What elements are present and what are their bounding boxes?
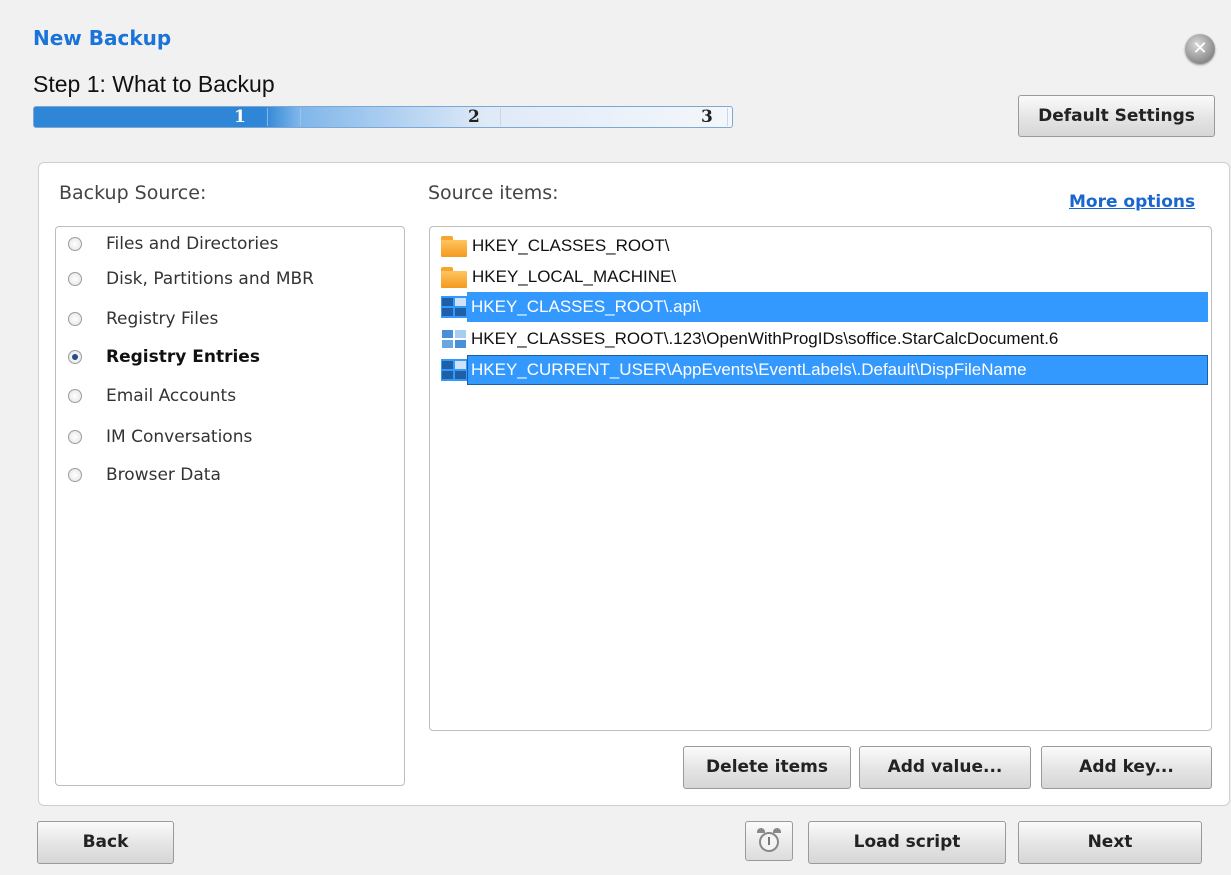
source-option-disk-partitions[interactable]: Disk, Partitions and MBR bbox=[68, 266, 314, 292]
source-option-label: Browser Data bbox=[106, 465, 221, 485]
radio-button[interactable] bbox=[68, 430, 82, 444]
folder-icon bbox=[441, 266, 467, 288]
radio-button[interactable] bbox=[68, 272, 82, 286]
progress-divider bbox=[727, 108, 728, 126]
back-button[interactable]: Back bbox=[37, 821, 174, 864]
radio-button[interactable] bbox=[68, 389, 82, 403]
source-option-files-directories[interactable]: Files and Directories bbox=[68, 231, 278, 257]
list-item[interactable]: HKEY_CLASSES_ROOT\ bbox=[441, 231, 1208, 261]
list-item-label: HKEY_LOCAL_MACHINE\ bbox=[472, 267, 677, 286]
registry-value-icon bbox=[441, 296, 467, 318]
progress-divider bbox=[500, 108, 501, 126]
source-option-label: Files and Directories bbox=[106, 234, 279, 254]
registry-value-icon bbox=[441, 359, 467, 381]
step-title: Step 1: What to Backup bbox=[33, 71, 275, 97]
next-button[interactable]: Next bbox=[1018, 821, 1202, 864]
folder-icon bbox=[441, 235, 467, 257]
source-option-label: Disk, Partitions and MBR bbox=[106, 269, 314, 289]
radio-button[interactable] bbox=[68, 312, 82, 326]
list-item[interactable]: HKEY_CLASSES_ROOT\.123\OpenWithProgIDs\s… bbox=[441, 324, 1208, 354]
source-option-registry-entries[interactable]: Registry Entries bbox=[68, 344, 260, 370]
alarm-clock-bell-right bbox=[773, 828, 781, 833]
radio-button[interactable] bbox=[68, 237, 82, 251]
progress-divider bbox=[300, 108, 301, 126]
source-option-browser-data[interactable]: Browser Data bbox=[68, 462, 221, 488]
source-option-label: IM Conversations bbox=[106, 427, 253, 447]
default-settings-button[interactable]: Default Settings bbox=[1018, 95, 1215, 137]
source-option-label: Registry Files bbox=[106, 309, 219, 329]
backup-source-label: Backup Source: bbox=[59, 182, 207, 204]
list-item-label: HKEY_CLASSES_ROOT\.api\ bbox=[467, 292, 1208, 322]
radio-button[interactable] bbox=[68, 468, 82, 482]
step-3-label: 3 bbox=[701, 107, 713, 127]
list-item-selected[interactable]: HKEY_CURRENT_USER\AppEvents\EventLabels\… bbox=[441, 355, 1208, 385]
close-icon[interactable]: ✕ bbox=[1185, 34, 1215, 64]
registry-value-icon bbox=[441, 328, 467, 350]
source-option-im-conversations[interactable]: IM Conversations bbox=[68, 424, 252, 450]
source-option-label: Registry Entries bbox=[106, 347, 260, 367]
dialog-title: New Backup bbox=[33, 26, 172, 50]
more-options-link[interactable]: More options bbox=[1069, 192, 1195, 212]
schedule-alarm-clock-icon[interactable] bbox=[745, 821, 793, 861]
source-option-registry-files[interactable]: Registry Files bbox=[68, 306, 218, 332]
load-script-button[interactable]: Load script bbox=[808, 821, 1006, 864]
list-item-label: HKEY_CURRENT_USER\AppEvents\EventLabels\… bbox=[467, 355, 1208, 385]
step-2-label: 2 bbox=[468, 107, 480, 127]
radio-button-checked[interactable] bbox=[68, 350, 82, 364]
source-option-label: Email Accounts bbox=[106, 386, 237, 406]
list-item-label: HKEY_CLASSES_ROOT\ bbox=[472, 236, 670, 255]
source-option-email-accounts[interactable]: Email Accounts bbox=[68, 383, 236, 409]
progress-divider bbox=[267, 108, 268, 126]
add-value-button[interactable]: Add value... bbox=[859, 746, 1031, 789]
list-item[interactable]: HKEY_LOCAL_MACHINE\ bbox=[441, 262, 1208, 292]
step-progress-bar: 1 2 3 bbox=[33, 106, 733, 128]
source-items-label: Source items: bbox=[428, 182, 559, 204]
alarm-clock-face bbox=[759, 832, 779, 852]
delete-items-button[interactable]: Delete items bbox=[683, 746, 851, 789]
add-key-button[interactable]: Add key... bbox=[1041, 746, 1212, 789]
step-1-label: 1 bbox=[234, 107, 246, 127]
list-item-label: HKEY_CLASSES_ROOT\.123\OpenWithProgIDs\s… bbox=[471, 329, 1059, 348]
list-item-selected[interactable]: HKEY_CLASSES_ROOT\.api\ bbox=[441, 292, 1208, 322]
new-backup-dialog: New Backup ✕ Step 1: What to Backup 1 2 … bbox=[0, 0, 1231, 875]
